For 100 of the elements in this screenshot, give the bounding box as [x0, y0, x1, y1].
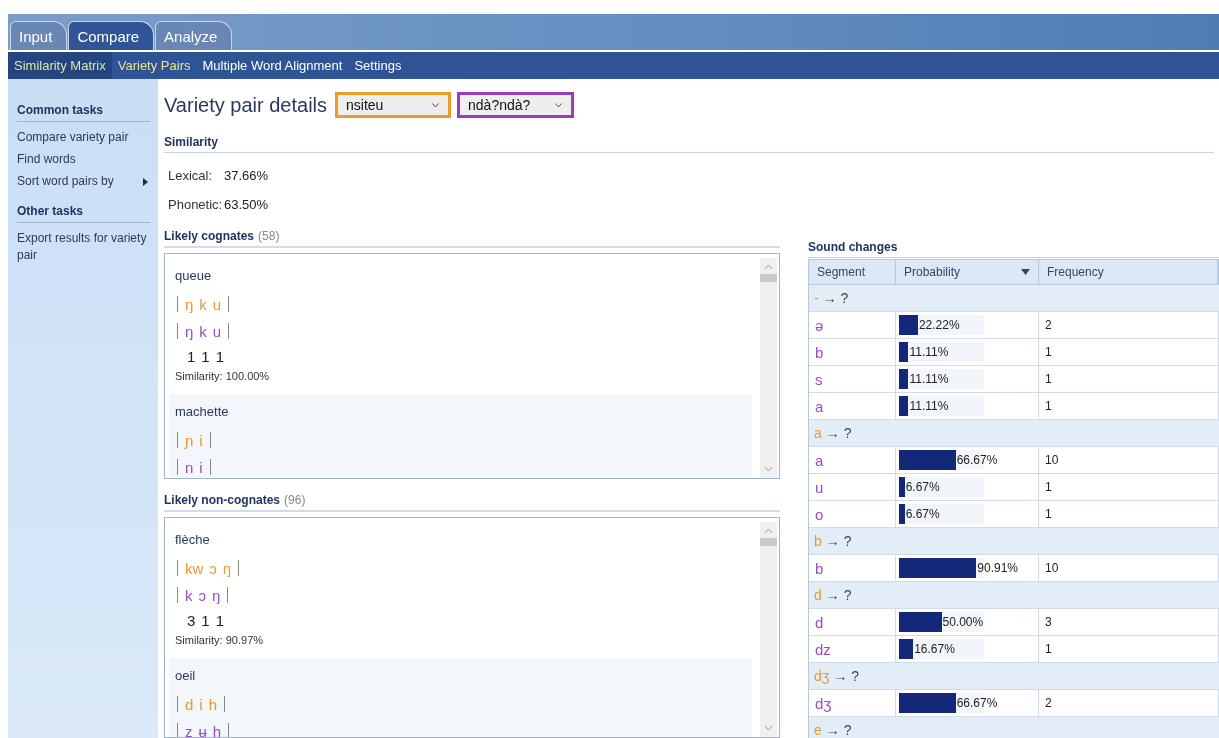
tab[interactable]: Input	[10, 21, 68, 50]
scroll-thumb[interactable]	[760, 538, 777, 546]
probability-text: 16.67%	[914, 642, 955, 656]
sidebar-item[interactable]: Find words	[17, 151, 150, 168]
chevron-down-icon	[432, 102, 440, 108]
probability-text: 6.67%	[905, 507, 940, 521]
frequency-cell: 1	[1039, 393, 1219, 419]
source-segment-label: dʒ	[814, 668, 830, 684]
group-label: → ?	[825, 722, 852, 738]
word-gloss: machette	[175, 404, 230, 421]
segment-cell: u	[809, 474, 896, 500]
scroll-thumb[interactable]	[760, 274, 777, 282]
probability-text: 11.11%	[909, 345, 949, 359]
probability-text: 11.11%	[909, 399, 949, 413]
probability-text: 66.67%	[956, 696, 998, 710]
scroll-down-icon[interactable]	[764, 725, 773, 731]
frequency-cell: 1	[1039, 339, 1219, 365]
nav-link[interactable]: Similarity Matrix	[8, 52, 112, 79]
similarity-text: Similarity: 100.00%	[175, 370, 271, 382]
probability-text: 66.67%	[956, 453, 998, 467]
source-segment-label: e	[814, 722, 822, 738]
list-count: (96)	[284, 493, 306, 507]
nav-link[interactable]: Variety Pairs	[111, 52, 197, 79]
section-heading: Sound changes	[808, 240, 1219, 258]
group-label: → ?	[825, 533, 852, 549]
similarity-value: 37.66%	[224, 168, 269, 183]
sidebar-heading: Common tasks	[17, 103, 150, 122]
segment-row: k ɔ ŋ	[177, 586, 229, 603]
segment-cell: b	[809, 339, 896, 365]
scroll-down-icon[interactable]	[764, 466, 773, 472]
probability-text: 22.22%	[918, 318, 960, 332]
group-label: → ?	[822, 290, 849, 306]
similarity-value: 63.50%	[224, 197, 269, 212]
probability-text: 50.00%	[942, 615, 984, 629]
similarity-label: Lexical:	[168, 168, 214, 183]
frequency-cell: 3	[1039, 609, 1219, 635]
sidebar-item[interactable]: Compare variety pair	[17, 129, 150, 146]
nav-link[interactable]: Settings	[348, 52, 408, 79]
group-header-row[interactable]: b → ?	[809, 528, 1219, 555]
tab[interactable]: Analyze	[155, 21, 233, 50]
segment-cell: o	[809, 501, 896, 527]
variety-dropdown[interactable]: nsiteu	[335, 92, 452, 118]
group-header-row[interactable]: a → ?	[809, 420, 1219, 447]
sidebar-item[interactable]: Export results for variety pair	[17, 230, 150, 264]
segment-cell: a	[809, 393, 896, 419]
segment-cell: ə	[809, 312, 896, 338]
list-count: (58)	[258, 229, 280, 243]
probability-text: 11.11%	[909, 372, 949, 386]
section-heading: Similarity	[164, 127, 1214, 153]
scroll-up-icon[interactable]	[764, 264, 773, 270]
segment-cell: dʒ	[809, 690, 896, 716]
column-header[interactable]: Segment	[809, 260, 896, 284]
frequency-cell: 1	[1039, 366, 1219, 392]
segment-cell: a	[809, 447, 896, 473]
sort-descending-icon	[1021, 269, 1030, 275]
chevron-down-icon	[555, 102, 563, 108]
column-header[interactable]: Probability	[896, 260, 1039, 284]
column-header[interactable]: Frequency	[1039, 260, 1218, 284]
frequency-cell: 10	[1039, 555, 1219, 581]
page-title: Variety pair details	[164, 93, 328, 117]
segment-row: z ʉ h	[177, 722, 230, 737]
segment-row: ŋ k u	[177, 295, 230, 312]
frequency-cell: 10	[1039, 447, 1219, 473]
scrollbar[interactable]	[760, 522, 777, 737]
group-header-row[interactable]: d → ?	[809, 582, 1219, 609]
probability-text: 90.91%	[977, 561, 1018, 575]
segment-cell: d	[809, 609, 896, 635]
probability-text: 6.67%	[905, 480, 940, 494]
frequency-cell: 2	[1039, 312, 1219, 338]
frequency-cell: 1	[1039, 636, 1219, 662]
list-heading: Likely cognates	[164, 229, 255, 243]
frequency-cell: 1	[1039, 501, 1219, 527]
source-segment-label: -	[814, 290, 819, 306]
segment-cell: dz	[809, 636, 896, 662]
nav-link[interactable]: Multiple Word Alignment	[196, 52, 349, 79]
tab[interactable]: Compare	[68, 21, 155, 50]
segment-row: ŋ k u	[177, 322, 230, 339]
sidebar-item[interactable]: Sort word pairs by	[17, 173, 150, 190]
word-gloss: flèche	[175, 532, 211, 549]
variety-dropdown[interactable]: ndà?ndà?	[457, 92, 575, 118]
scrollbar[interactable]	[760, 258, 777, 478]
alignment-scores: 1 1 1	[186, 346, 226, 367]
group-header-row[interactable]: - → ?	[809, 285, 1219, 312]
group-label: → ?	[833, 668, 860, 684]
group-header-row[interactable]: e → ?	[809, 717, 1219, 738]
submenu-arrow-icon	[143, 177, 148, 186]
segment-row: ɲ i	[177, 431, 211, 448]
source-segment-label: d	[814, 587, 822, 603]
sidebar-heading: Other tasks	[17, 204, 150, 223]
list-heading: Likely non-cognates	[164, 493, 281, 507]
word-gloss: oeil	[175, 668, 197, 685]
group-header-row[interactable]: dʒ → ?	[809, 663, 1219, 690]
segment-row: kw ɔ ŋ	[177, 559, 240, 576]
group-label: → ?	[825, 425, 852, 441]
frequency-cell: 2	[1039, 690, 1219, 716]
alignment-scores: 3 1 1	[186, 610, 226, 631]
similarity-label: Phonetic:	[168, 197, 224, 212]
group-label: → ?	[825, 587, 852, 603]
segment-row: n i	[177, 458, 211, 475]
scroll-up-icon[interactable]	[764, 528, 773, 534]
